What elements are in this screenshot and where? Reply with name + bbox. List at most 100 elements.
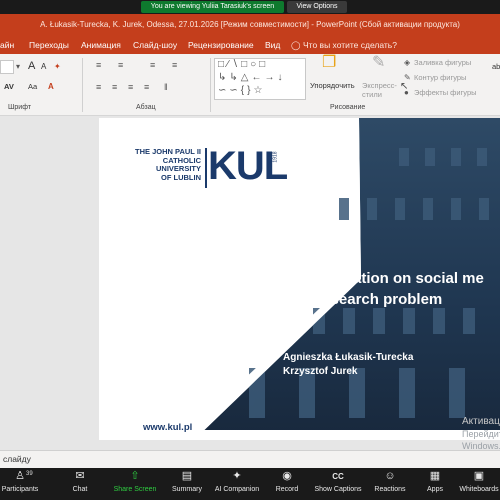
ai-companion-label: AI Companion: [214, 486, 260, 493]
font-size-box[interactable]: [0, 60, 14, 74]
zoom-toolbar: ♙ Participants 39 ✉ Chat ⇧ Share Screen …: [0, 468, 500, 500]
title-line: as a research problem: [283, 291, 443, 308]
dropdown-arrow-icon[interactable]: ▾: [16, 62, 20, 72]
font-group-label: Шрифт: [8, 104, 32, 111]
share-screen-icon: ⇧: [130, 470, 140, 482]
participants-button[interactable]: ♙ Participants: [0, 468, 40, 500]
tab-review[interactable]: Рецензирование: [188, 36, 254, 54]
arrange-icon[interactable]: ❐: [322, 55, 336, 71]
arrange-button[interactable]: Упорядочить: [310, 81, 355, 90]
share-screen-button[interactable]: ⇧ Share Screen: [110, 468, 160, 500]
quick-styles-icon[interactable]: ✎: [372, 55, 385, 71]
indent-icon[interactable]: ≡: [150, 60, 155, 70]
share-screen-label: Share Screen: [113, 486, 157, 493]
effects-icon[interactable]: ●: [404, 88, 409, 98]
quick-styles-button[interactable]: Экспресс-стили: [362, 81, 402, 99]
shapes-row-3-icon[interactable]: ∽∽{}☆: [218, 86, 265, 96]
tab-design[interactable]: айн: [0, 36, 14, 54]
window-title: A. Łukasik-Turecka, K. Jurek, Odessa, 27…: [0, 14, 500, 36]
line-spacing-icon[interactable]: ≡: [172, 60, 177, 70]
author-name: Krzysztof Jurek: [283, 366, 358, 377]
chat-label: Chat: [72, 486, 88, 493]
logo-divider: [205, 148, 207, 188]
university-line: OF LUBLIN: [161, 172, 201, 182]
record-button[interactable]: ◉ Record: [270, 468, 304, 500]
tab-animation[interactable]: Анимация: [81, 36, 121, 54]
shape-effects-button[interactable]: Эффекты фигуры: [414, 88, 477, 97]
slide-title[interactable]: Disinformation on social me as a researc…: [283, 268, 484, 310]
tell-me-icon[interactable]: ◯: [291, 36, 301, 54]
shape-outline-button[interactable]: Контур фигуры: [414, 73, 466, 82]
people-icon: ♙: [15, 470, 25, 482]
tell-me-input[interactable]: Что вы хотите сделать?: [303, 36, 397, 54]
slide-authors[interactable]: Agnieszka Łukasik-Turecka Krzysztof Jure…: [283, 351, 413, 379]
activation-watermark: Активац Перейдит Windows.: [462, 416, 500, 452]
ribbon: ▾ A A ✦ AV Aa A Шрифт ≡ ≡ ≡ ≡ ≡ ≡ ≡ ≡ ‖ …: [0, 54, 500, 116]
justify-icon[interactable]: ≡: [144, 82, 149, 92]
summary-icon: ▤: [181, 470, 193, 482]
apps-label: Apps: [427, 486, 443, 493]
reactions-icon: ☺: [384, 470, 396, 482]
summary-label: Summary: [172, 486, 202, 493]
slide-canvas: THE JOHN PAUL II CATHOLIC UNIVERSITY OF …: [0, 116, 500, 450]
tab-view[interactable]: Вид: [265, 36, 280, 54]
viewing-screen-label: You are viewing Yuliia Tarasiuk's screen: [141, 1, 284, 13]
shapes-row-2-icon[interactable]: ↳↳△←→↓: [218, 73, 285, 83]
change-case-button[interactable]: Aa: [28, 82, 37, 91]
shapes-row-1-icon[interactable]: □∕∖□○□: [218, 60, 268, 70]
slide-url: www.kul.pl: [143, 422, 193, 433]
numbering-icon[interactable]: ≡: [118, 60, 123, 70]
whiteboards-label: Whiteboards: [459, 486, 499, 493]
columns-icon[interactable]: ‖: [164, 82, 168, 92]
slide[interactable]: THE JOHN PAUL II CATHOLIC UNIVERSITY OF …: [99, 118, 500, 440]
clear-format-icon[interactable]: ✦: [54, 62, 61, 72]
whiteboards-button[interactable]: ▣ Whiteboards: [458, 468, 500, 500]
university-name: THE JOHN PAUL II CATHOLIC UNIVERSITY OF …: [129, 147, 201, 182]
wordart-button[interactable]: ab: [492, 62, 500, 71]
outline-icon[interactable]: ✎: [404, 73, 411, 83]
ribbon-separator: [82, 58, 83, 112]
apps-icon: ▦: [429, 470, 441, 482]
reactions-button[interactable]: ☺ Reactions: [370, 468, 410, 500]
shrink-font-button[interactable]: A: [41, 62, 46, 71]
logo-year: 1918: [272, 151, 279, 163]
ai-companion-button[interactable]: ✦ AI Companion: [212, 468, 262, 500]
watermark-line: Перейдит: [462, 429, 500, 439]
font-color-icon[interactable]: A: [48, 82, 54, 92]
show-captions-label: Show Captions: [314, 486, 362, 493]
ribbon-tabs: айн Переходы Анимация Слайд-шоу Рецензир…: [0, 36, 500, 54]
reactions-label: Reactions: [374, 486, 406, 493]
char-spacing-button[interactable]: AV: [4, 82, 14, 91]
ai-companion-icon: ✦: [232, 470, 242, 482]
title-line: Disinformation on social me: [283, 270, 484, 287]
chat-icon: ✉: [75, 470, 85, 482]
show-captions-button[interactable]: CC Show Captions: [312, 468, 364, 500]
summary-button[interactable]: ▤ Summary: [166, 468, 208, 500]
align-right-icon[interactable]: ≡: [128, 82, 133, 92]
paragraph-group-label: Абзац: [136, 104, 156, 111]
zoom-share-banner: You are viewing Yuliia Tarasiuk's screen…: [0, 0, 500, 14]
notes-label: слайду: [3, 454, 31, 464]
fill-icon[interactable]: ◈: [404, 58, 410, 68]
view-options-button[interactable]: View Options: [287, 1, 347, 13]
notes-bar[interactable]: слайду: [0, 450, 500, 468]
tab-transitions[interactable]: Переходы: [29, 36, 69, 54]
record-label: Record: [275, 486, 299, 493]
bullets-icon[interactable]: ≡: [96, 60, 101, 70]
chat-button[interactable]: ✉ Chat: [62, 468, 98, 500]
participants-label: Participants: [1, 486, 39, 493]
ribbon-separator: [210, 58, 211, 112]
author-name: Agnieszka Łukasik-Turecka: [283, 352, 414, 363]
apps-button[interactable]: ▦ Apps: [420, 468, 450, 500]
drawing-group-label: Рисование: [330, 104, 366, 111]
whiteboard-icon: ▣: [473, 470, 485, 482]
grow-font-button[interactable]: A: [28, 60, 35, 72]
shape-fill-button[interactable]: Заливка фигуры: [414, 58, 471, 67]
captions-icon: CC: [332, 472, 344, 481]
align-center-icon[interactable]: ≡: [112, 82, 117, 92]
tab-slideshow[interactable]: Слайд-шоу: [133, 36, 177, 54]
align-left-icon[interactable]: ≡: [96, 82, 101, 92]
participants-count: 39: [26, 471, 33, 477]
watermark-line: Активац: [462, 416, 500, 427]
record-icon: ◉: [282, 470, 292, 482]
